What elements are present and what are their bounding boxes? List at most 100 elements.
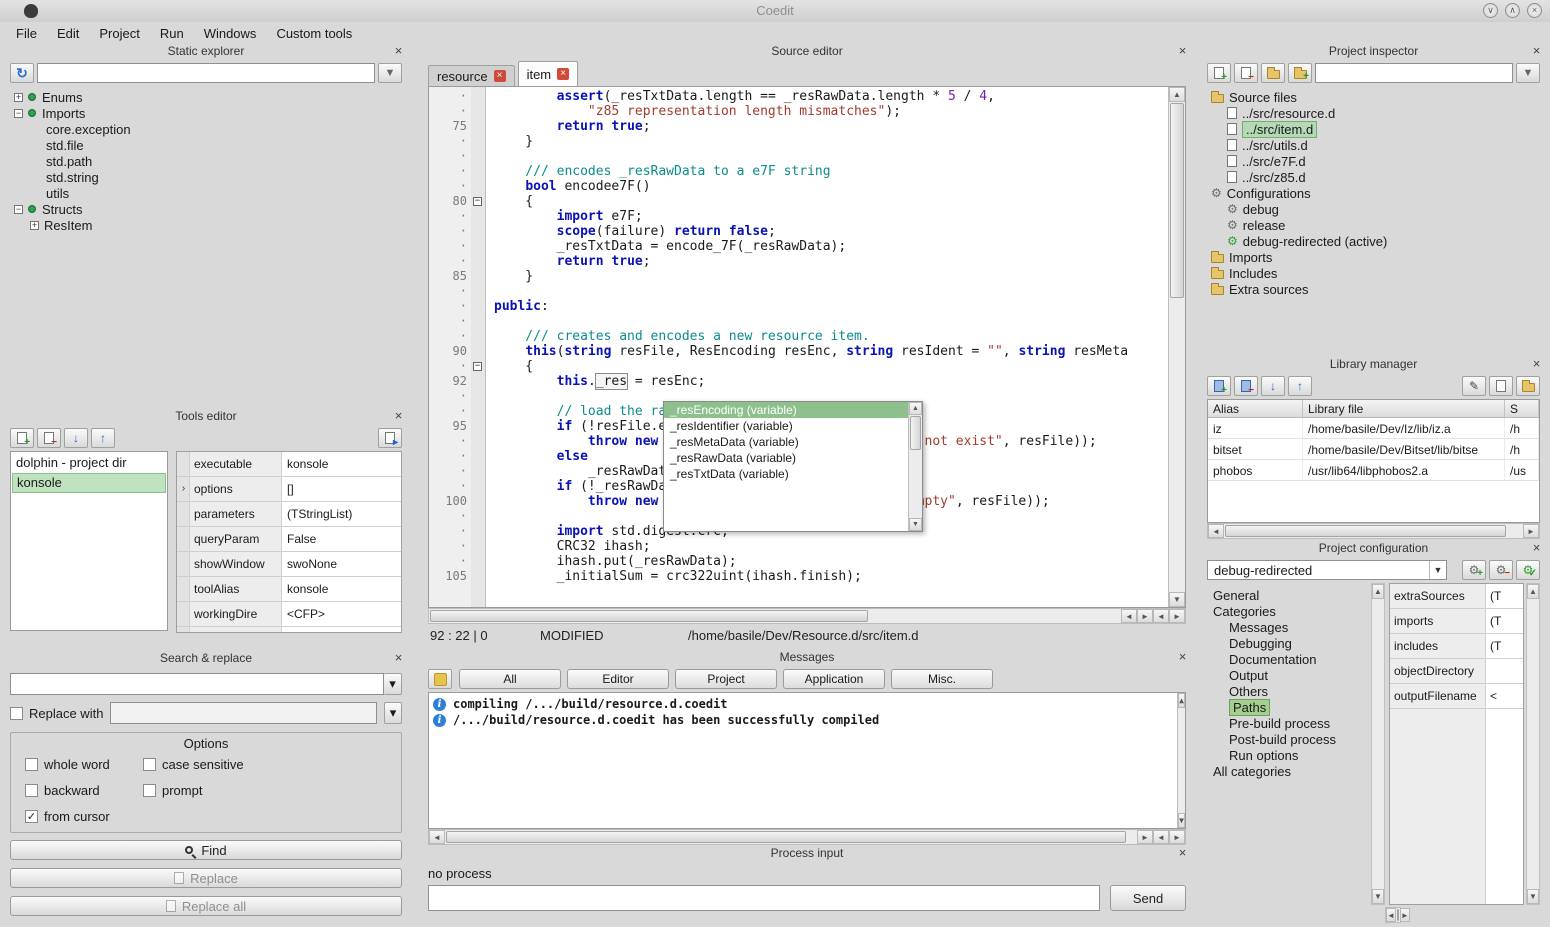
grid-hscrollbar[interactable]: ◄ ► (1385, 907, 1401, 923)
tool-item-konsole[interactable]: konsole (12, 473, 166, 493)
tree-expander-icon[interactable]: + (30, 221, 39, 230)
static-explorer-item-std-path[interactable]: std.path (10, 153, 402, 169)
clone-configuration-button[interactable]: ⚙✓ (1516, 560, 1540, 580)
scroll-thumb[interactable] (446, 831, 1126, 843)
inspector-item-imports[interactable]: Imports (1207, 249, 1540, 265)
config-category-debugging[interactable]: Debugging (1207, 635, 1367, 651)
menu-windows[interactable]: Windows (194, 23, 267, 44)
close-icon[interactable]: × (392, 44, 405, 58)
replace-dropdown-button[interactable]: ▾ (384, 702, 402, 724)
scroll-right-arrow[interactable]: ► (1169, 830, 1185, 844)
inspector-item-release[interactable]: ⚙release (1207, 217, 1540, 233)
inspector-item-includes[interactable]: Includes (1207, 265, 1540, 281)
completion-item[interactable]: _resMetaData (variable) (664, 434, 908, 450)
scroll-left-arrow[interactable]: ◄ (1208, 524, 1224, 538)
config-category-run-options[interactable]: Run options (1207, 747, 1367, 763)
send-button[interactable]: Send (1110, 885, 1186, 911)
property-value[interactable]: (T (1486, 634, 1523, 658)
static-explorer-item-resitem[interactable]: +ResItem (10, 217, 402, 233)
property-value[interactable] (1486, 659, 1523, 683)
option-prompt[interactable]: prompt (143, 783, 387, 798)
property-value[interactable]: (T (1486, 609, 1523, 633)
remove-source-button[interactable]: − (1234, 63, 1258, 83)
scroll-up-arrow[interactable]: ▲ (1527, 584, 1539, 599)
menu-file[interactable]: File (6, 23, 47, 44)
config-category-paths[interactable]: Paths (1207, 699, 1367, 715)
fold-marker-icon[interactable]: − (473, 362, 482, 371)
add-library-button[interactable]: + (1207, 376, 1231, 396)
property-expander[interactable] (177, 552, 190, 576)
run-tool-button[interactable]: ▸ (378, 428, 402, 448)
fold-marker-icon[interactable]: − (473, 197, 482, 206)
tree-expander-icon[interactable]: − (14, 205, 23, 214)
scroll-up-arrow[interactable]: ▲ (1372, 584, 1384, 599)
close-icon[interactable]: × (392, 651, 405, 665)
close-icon[interactable]: × (1176, 650, 1189, 664)
inspector-item-source-files[interactable]: Source files (1207, 89, 1540, 105)
completion-item[interactable]: _resEncoding (variable) (664, 402, 908, 418)
scroll-down-arrow[interactable]: ▼ (1169, 592, 1185, 607)
configuration-select[interactable]: debug-redirected ▼ (1207, 560, 1447, 580)
add-source-button[interactable]: + (1207, 63, 1231, 83)
messages-hscrollbar[interactable]: ◄ ► ◄ ► (428, 829, 1186, 845)
completion-item[interactable]: _resTxtData (variable) (664, 466, 908, 482)
inspector-item-extra-sources[interactable]: Extra sources (1207, 281, 1540, 297)
property-value[interactable]: <CFP> (282, 602, 401, 626)
property-expander[interactable] (177, 577, 190, 601)
messages-filter-project[interactable]: Project (675, 669, 777, 689)
scroll-thumb[interactable] (1170, 103, 1184, 298)
inspector-item-src-e7f-d[interactable]: ../src/e7F.d (1207, 153, 1540, 169)
property-expander[interactable] (177, 527, 190, 551)
scroll-right-arrow[interactable]: ► (1169, 609, 1185, 623)
property-expander[interactable] (177, 602, 190, 626)
inspector-item-src-resource-d[interactable]: ../src/resource.d (1207, 105, 1540, 121)
editor-hscrollbar[interactable]: ◄ ► ◄ ► (428, 608, 1186, 624)
inspector-item-debug[interactable]: ⚙debug (1207, 201, 1540, 217)
static-explorer-item-imports[interactable]: −Imports (10, 105, 402, 121)
editor-vscrollbar[interactable]: ▲ ▼ (1168, 87, 1185, 607)
option-whole-word[interactable]: whole word (25, 757, 143, 772)
config-category-others[interactable]: Others (1207, 683, 1367, 699)
filter-button[interactable]: ▼ (1516, 63, 1540, 83)
library-row-phobos[interactable]: phobos /usr/lib64/libphobos2.a /us (1208, 460, 1539, 481)
column-header-s[interactable]: S (1505, 400, 1539, 417)
tree-expander-icon[interactable]: + (14, 93, 23, 102)
static-explorer-item-core-exception[interactable]: core.exception (10, 121, 402, 137)
rollup-button[interactable]: ∨ (1483, 3, 1498, 18)
scroll-left-arrow[interactable]: ◄ (429, 830, 445, 844)
property-value[interactable]: < (1486, 684, 1523, 708)
filter-button[interactable]: ▼ (378, 63, 402, 83)
config-category-all-categories[interactable]: All categories (1207, 763, 1367, 779)
library-row-iz[interactable]: iz /home/basile/Dev/Iz/lib/iz.a /h (1208, 418, 1539, 439)
tree-expander-icon[interactable]: − (14, 109, 23, 118)
tab-close-icon[interactable]: × (557, 68, 569, 80)
process-input-field[interactable] (428, 885, 1100, 911)
move-down-button[interactable]: ↓ (1261, 376, 1285, 396)
scroll-down-arrow[interactable]: ▼ (1178, 813, 1185, 828)
fold-gutter[interactable]: − (471, 359, 486, 374)
open-folder-button[interactable] (1261, 63, 1285, 83)
scroll-right-arrow[interactable]: ► (1400, 908, 1410, 922)
property-value[interactable]: swoNone (282, 552, 401, 576)
menu-edit[interactable]: Edit (47, 23, 89, 44)
option-case-sensitive[interactable]: case sensitive (143, 757, 387, 772)
remove-configuration-button[interactable]: ⚙− (1489, 560, 1513, 580)
static-explorer-filter-input[interactable] (37, 63, 375, 83)
inspector-item-debug-redirected-active[interactable]: ⚙debug-redirected (active) (1207, 233, 1540, 249)
tab-item[interactable]: item × (518, 61, 579, 86)
static-explorer-item-utils[interactable]: utils (10, 185, 402, 201)
scroll-left-arrow[interactable]: ◄ (1121, 609, 1137, 623)
inspector-item-configurations[interactable]: ⚙Configurations (1207, 185, 1540, 201)
option-from-cursor[interactable]: ✓ from cursor (25, 809, 143, 824)
property-expander[interactable] (177, 452, 190, 476)
library-row-bitset[interactable]: bitset /home/basile/Dev/Bitset/lib/bitse… (1208, 439, 1539, 460)
messages-filter-editor[interactable]: Editor (567, 669, 669, 689)
config-category-pre-build-process[interactable]: Pre-build process (1207, 715, 1367, 731)
menu-custom-tools[interactable]: Custom tools (266, 23, 362, 44)
message-line[interactable]: i /.../build/resource.d.coedit has been … (433, 712, 1181, 728)
inspector-item-src-item-d[interactable]: ../src/item.d (1207, 121, 1540, 137)
libman-hscrollbar[interactable]: ◄ ► (1207, 523, 1540, 539)
scroll-thumb[interactable] (910, 416, 921, 450)
messages-filter-misc[interactable]: Misc. (891, 669, 993, 689)
replace-with-checkbox[interactable]: Replace with (10, 706, 103, 721)
